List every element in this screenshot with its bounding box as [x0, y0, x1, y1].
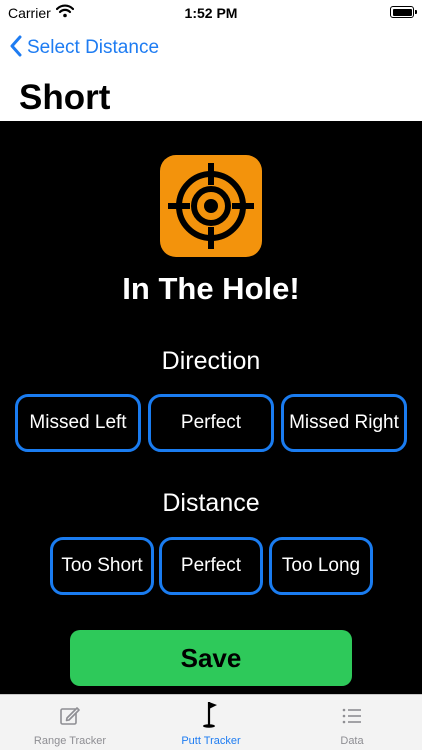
list-icon — [282, 703, 422, 729]
distance-perfect-button[interactable]: Perfect — [159, 537, 263, 595]
tab-data[interactable]: Data — [282, 695, 422, 751]
direction-perfect-button[interactable]: Perfect — [148, 394, 274, 452]
status-time: 1:52 PM — [184, 5, 238, 21]
tab-range-tracker-label: Range Tracker — [33, 735, 107, 747]
back-button-label: Select Distance — [27, 37, 160, 58]
result-text: In The Hole! — [122, 271, 300, 306]
edit-icon — [0, 703, 140, 729]
putt-result-panel: In The Hole! Direction Missed Left Perfe… — [0, 121, 422, 694]
too-short-button[interactable]: Too Short — [50, 537, 154, 595]
missed-right-button[interactable]: Missed Right — [281, 394, 407, 452]
target-icon — [160, 155, 262, 257]
distance-heading: Distance — [162, 489, 260, 517]
missed-left-button[interactable]: Missed Left — [15, 394, 141, 452]
save-button[interactable]: Save — [70, 630, 352, 686]
direction-heading: Direction — [161, 347, 261, 375]
tab-putt-tracker[interactable]: Putt Tracker — [141, 695, 281, 751]
page-title: Short — [19, 78, 111, 117]
status-bar: Carrier 1:52 PM — [0, 0, 422, 26]
tab-putt-tracker-label: Putt Tracker — [181, 735, 241, 747]
tab-bar: Range Tracker Putt Tracker Data — [0, 694, 422, 750]
back-button[interactable]: Select Distance — [9, 34, 159, 62]
tab-data-label: Data — [340, 735, 364, 747]
golf-flag-icon — [141, 702, 281, 729]
chevron-left-icon — [9, 35, 23, 62]
too-long-button[interactable]: Too Long — [269, 537, 373, 595]
battery-icon — [390, 6, 417, 18]
tab-range-tracker[interactable]: Range Tracker — [0, 695, 140, 751]
